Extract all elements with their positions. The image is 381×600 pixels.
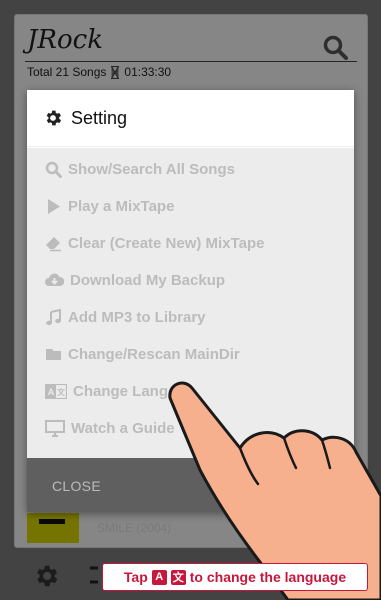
menu-item-label: Clear (Create New) MixTape — [68, 235, 265, 252]
menu-item-download-backup[interactable]: Download My Backup — [45, 272, 225, 289]
menu-item-clear-mixtape[interactable]: Clear (Create New) MixTape — [45, 235, 264, 252]
hint-suffix: to change the language — [189, 569, 347, 585]
menu-item-label: Show/Search All Songs — [68, 161, 235, 178]
cloud-download-icon — [45, 273, 64, 286]
menu-item-show-search[interactable]: Show/Search All Songs — [45, 161, 235, 178]
menu-item-label: Change/Rescan MainDir — [68, 346, 240, 363]
menu-item-label: Play a MixTape — [68, 198, 175, 215]
play-icon — [48, 199, 60, 214]
menu-item-play-mixtape[interactable]: Play a MixTape — [45, 198, 174, 215]
language-badge-latin: A — [151, 569, 167, 585]
close-button[interactable]: CLOSE — [52, 478, 101, 494]
language-icon: A 文 — [45, 384, 67, 399]
svg-text:文: 文 — [57, 387, 66, 397]
search-icon — [45, 161, 62, 178]
menu-item-label: Change Lang — [73, 383, 169, 400]
folder-icon — [46, 349, 61, 360]
menu-item-watch-guide[interactable]: Watch a Guide — [45, 420, 175, 437]
hint-prefix: Tap — [123, 569, 148, 585]
dialog-header: Setting — [27, 90, 354, 147]
dialog-title: Setting — [71, 107, 128, 128]
menu-item-label: Download My Backup — [70, 272, 226, 289]
menu-item-label: Add MP3 to Library — [68, 309, 206, 326]
hint-tooltip: Tap A 文 to change the language — [102, 563, 368, 591]
menu-item-add-mp3[interactable]: Add MP3 to Library — [45, 309, 206, 326]
svg-text:A: A — [48, 387, 55, 397]
monitor-icon — [45, 420, 65, 437]
gear-icon — [46, 110, 62, 126]
menu-item-change-language[interactable]: A 文 Change Lang — [45, 383, 168, 400]
music-note-icon — [46, 309, 61, 326]
language-badge-cjk: 文 — [170, 569, 186, 585]
eraser-icon — [46, 237, 61, 252]
menu-item-change-maindir[interactable]: Change/Rescan MainDir — [45, 346, 240, 363]
